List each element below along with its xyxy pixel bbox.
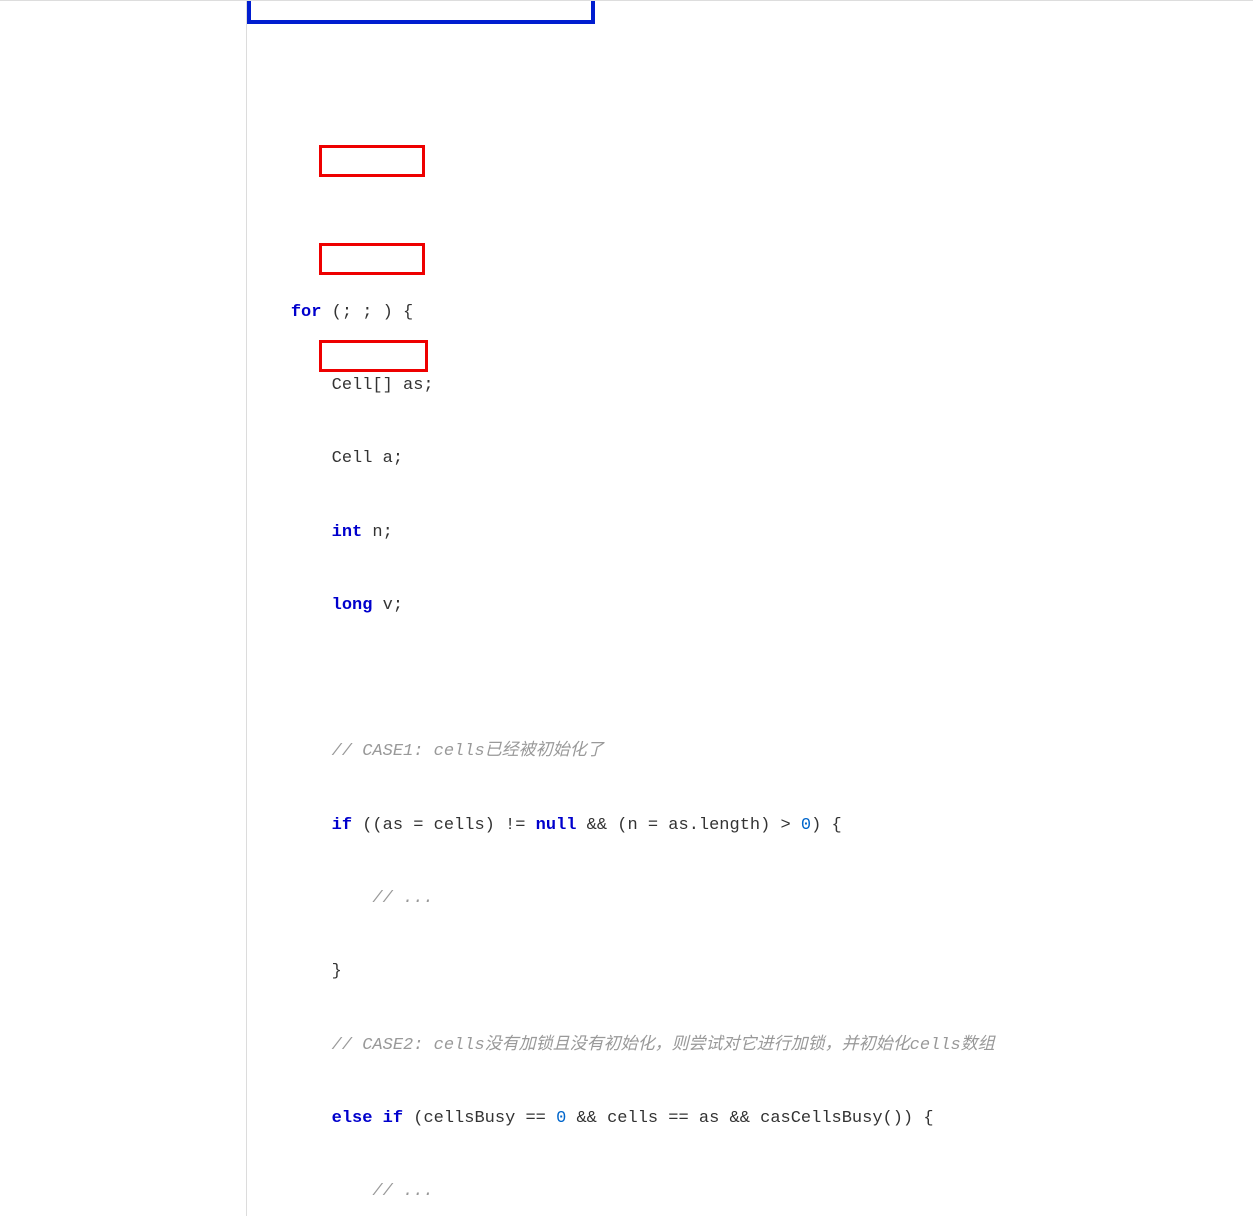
keyword-for: for <box>291 303 322 322</box>
code-line: } <box>250 960 1253 984</box>
code-line: // CASE2: cells没有加锁且没有初始化，则尝试对它进行加锁，并初始化… <box>250 1034 1253 1058</box>
code-line: // CASE1: cells已经被初始化了 <box>250 740 1253 764</box>
comment-case2: // CASE2: <box>332 1036 424 1055</box>
code-line: Cell a; <box>250 447 1253 471</box>
red-highlight-case3 <box>319 340 428 372</box>
code-line: if ((as = cells) != null && (n = as.leng… <box>250 814 1253 838</box>
code-line: Cell[] as; <box>250 374 1253 398</box>
code-line: for (; ; ) { <box>250 301 1253 325</box>
code-block: for (; ; ) { Cell[] as; Cell a; int n; l… <box>0 0 1253 1216</box>
code-line: // ... <box>250 887 1253 911</box>
keyword-int: int <box>332 523 363 542</box>
keyword-if: if <box>332 816 352 835</box>
red-highlight-case1 <box>319 145 425 177</box>
code-line: int n; <box>250 521 1253 545</box>
code-line: long v; <box>250 594 1253 618</box>
blue-highlight-for <box>247 1 595 24</box>
code-line <box>250 667 1253 691</box>
keyword-null: null <box>536 816 577 835</box>
code-line: else if (cellsBusy == 0 && cells == as &… <box>250 1107 1253 1131</box>
red-highlight-case2 <box>319 243 425 275</box>
keyword-long: long <box>332 596 373 615</box>
code-line: // ... <box>250 1180 1253 1204</box>
keyword-elseif: else if <box>332 1109 403 1128</box>
gutter-line <box>246 1 247 1216</box>
comment-case1: // CASE1: <box>332 742 424 761</box>
